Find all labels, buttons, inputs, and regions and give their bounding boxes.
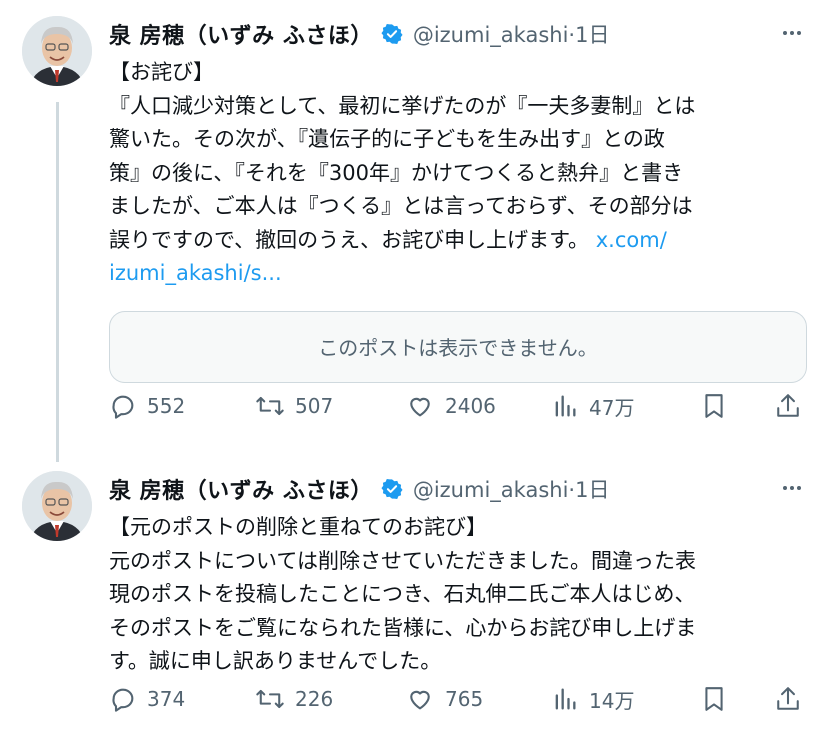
views-icon [551,392,579,420]
author-avatar[interactable] [22,471,92,541]
repost-count: 226 [295,687,334,711]
post-time[interactable]: 1日 [575,478,609,502]
views-button[interactable]: 47万 [551,386,634,426]
quoted-post-unavailable: このポストは表示できません。 [109,310,807,383]
post-link-continued[interactable]: izumi_akashi/s... [109,257,809,291]
views-button[interactable]: 14万 [551,679,634,719]
tweet-actions: 374 226 765 14万 [109,679,809,719]
author-avatar[interactable] [22,16,92,86]
reply-button[interactable]: 374 [109,679,185,719]
verified-badge-icon [381,23,403,45]
verified-badge-icon [381,478,403,500]
reply-button[interactable]: 552 [109,386,185,426]
tweet-actions: 552 507 2406 47万 [109,386,809,426]
share-icon[interactable] [775,386,801,426]
tweet-text: 【お詫び】 『人口減少対策として、最初に挙げたのが『一夫多妻制』とは 驚いた。そ… [109,56,809,291]
reply-count: 374 [147,687,186,711]
like-count: 2406 [445,394,496,418]
like-icon [405,392,435,420]
views-icon [551,685,579,713]
text-line: す。誠に申し訳ありませんでした。 [109,649,442,673]
text-line: 現のポストを投稿したことにつき、石丸伸二氏ご本人はじめ、 [109,582,696,606]
text-line: 策』の後に、『それを『300年』かけてつくると熱弁』と書き [109,160,684,185]
text-line: 【元のポストの削除と重ねてのお詫び】 [109,515,487,539]
repost-icon [255,685,285,713]
reply-icon [109,392,137,420]
like-button[interactable]: 2406 [405,386,496,426]
reply-icon [109,685,137,713]
post-link[interactable]: x.com/ [596,228,667,252]
like-count: 765 [445,687,484,711]
views-count: 47万 [589,395,635,420]
quoted-post-message: このポストは表示できません。 [318,336,598,360]
tweet-2[interactable]: 泉 房穂（いずみ ふさほ） @izumi_akashi·1日 【元のポストの削除… [0,455,827,740]
like-button[interactable]: 765 [405,679,483,719]
more-icon[interactable] [775,16,809,50]
text-line: ましたが、ご本人は『つくる』とは言っておらず、その部分は [109,194,693,218]
bookmark-icon[interactable] [701,386,727,426]
like-icon [405,685,435,713]
text-line: そのポストをご覧になられた皆様に、心からお詫び申し上げま [109,615,697,640]
repost-button[interactable]: 507 [255,386,333,426]
author-name[interactable]: 泉 房穂（いずみ ふさほ） [109,18,373,50]
text-line: 【お詫び】 [109,60,214,84]
views-count: 14万 [589,688,635,713]
author-handle[interactable]: @izumi_akashi [413,478,569,502]
more-icon[interactable] [775,471,809,505]
repost-button[interactable]: 226 [255,679,333,719]
post-time[interactable]: 1日 [575,23,609,47]
repost-count: 507 [295,394,334,418]
bookmark-icon[interactable] [701,679,727,719]
repost-icon [255,392,285,420]
text-line: 驚いた。その次が、『遺伝子的に子どもを生み出す』との政 [109,127,665,151]
author-handle[interactable]: @izumi_akashi [413,23,569,47]
text-line: 『人口減少対策として、最初に挙げたのが『一夫多妻制』とは [109,93,696,118]
tweet-1[interactable]: 泉 房穂（いずみ ふさほ） @izumi_akashi·1日 【お詫び】 『人口… [0,0,827,450]
tweet-text: 【元のポストの削除と重ねてのお詫び】 元のポストについては削除させていただきまし… [109,511,809,679]
reply-count: 552 [147,394,186,418]
text-line: 誤りですので、撤回のうえ、お詫び申し上げます。 [109,227,590,252]
text-line: 元のポストについては削除させていただきました。間違った表 [109,548,696,573]
author-name[interactable]: 泉 房穂（いずみ ふさほ） [109,473,373,505]
share-icon[interactable] [775,679,801,719]
